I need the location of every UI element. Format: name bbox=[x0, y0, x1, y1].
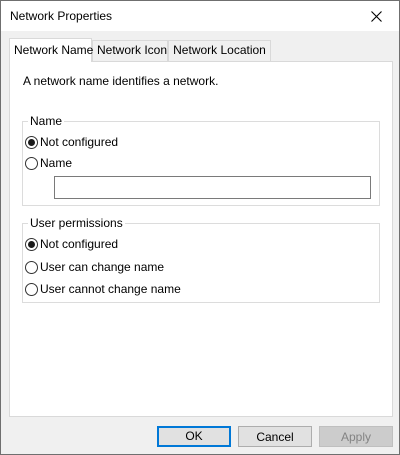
title-bar: Network Properties bbox=[1, 1, 399, 31]
tab-label: Network Location bbox=[173, 43, 266, 57]
close-button[interactable] bbox=[353, 1, 399, 31]
tab-network-location[interactable]: Network Location bbox=[168, 40, 271, 61]
radio-name-not-configured[interactable]: Not configured bbox=[25, 133, 118, 151]
dialog-window: Network Properties Network Name Network … bbox=[0, 0, 400, 455]
network-name-input[interactable] bbox=[54, 176, 371, 199]
radio-permissions-not-configured[interactable]: Not configured bbox=[25, 235, 118, 253]
radio-label: User can change name bbox=[40, 260, 165, 274]
tab-network-name[interactable]: Network Name bbox=[9, 38, 94, 62]
radio-button[interactable] bbox=[25, 282, 38, 296]
radio-label: Not configured bbox=[40, 237, 119, 251]
radio-button-checked[interactable] bbox=[25, 237, 38, 251]
cancel-button[interactable]: Cancel bbox=[238, 426, 312, 447]
name-group: Name Not configured Name bbox=[22, 114, 380, 206]
radio-user-cannot-change-name[interactable]: User cannot change name bbox=[25, 280, 181, 298]
tab-label: Network Icon bbox=[97, 43, 168, 57]
panel-description: A network name identifies a network. bbox=[23, 74, 219, 88]
tab-panel-network-name: A network name identifies a network. Nam… bbox=[9, 61, 393, 417]
radio-button[interactable] bbox=[25, 260, 38, 274]
radio-button-checked[interactable] bbox=[25, 135, 38, 149]
radio-user-can-change-name[interactable]: User can change name bbox=[25, 258, 164, 276]
user-permissions-group: User permissions Not configured User can… bbox=[22, 216, 380, 303]
radio-button[interactable] bbox=[25, 156, 38, 170]
name-group-legend: Name bbox=[28, 114, 65, 128]
radio-label: Not configured bbox=[40, 135, 119, 149]
tab-network-icon[interactable]: Network Icon bbox=[92, 40, 168, 61]
apply-button[interactable]: Apply bbox=[319, 426, 393, 447]
radio-name-name[interactable]: Name bbox=[25, 154, 72, 172]
radio-label: Name bbox=[40, 156, 73, 170]
radio-label: User cannot change name bbox=[40, 282, 181, 296]
user-permissions-legend: User permissions bbox=[28, 216, 125, 230]
tab-label: Network Name bbox=[14, 43, 94, 57]
ok-button[interactable]: OK bbox=[157, 426, 231, 447]
window-title: Network Properties bbox=[10, 9, 113, 23]
close-icon bbox=[370, 10, 382, 22]
